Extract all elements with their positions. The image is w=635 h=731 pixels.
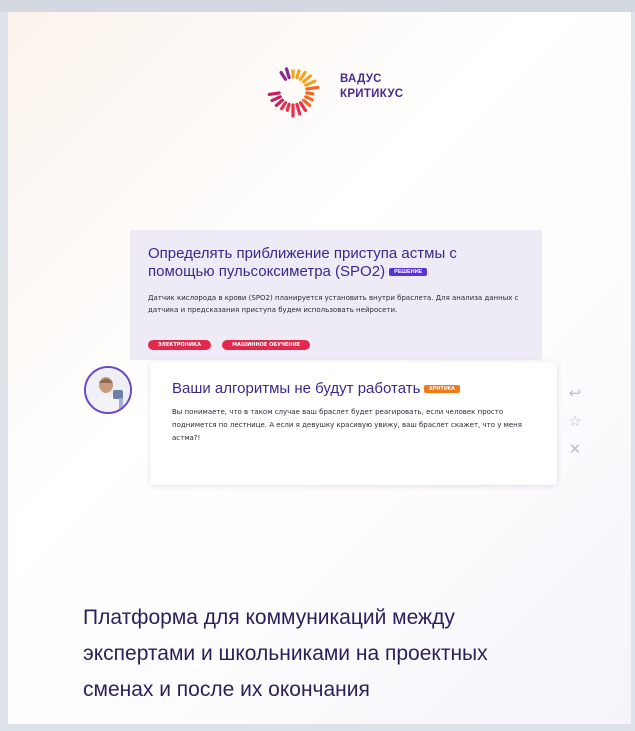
tag-electronics[interactable]: электроника — [148, 340, 211, 350]
critique-badge: критика — [424, 385, 461, 394]
tag-machine-learning[interactable]: машинное обучение — [222, 340, 311, 350]
logo-burst-ray — [280, 101, 288, 111]
avatar[interactable] — [84, 366, 132, 414]
avatar-person-icon — [86, 368, 130, 412]
logo-burst-ray — [301, 98, 312, 108]
logo-burst-icon — [267, 67, 320, 118]
logo-line-1: ВАДУС — [340, 73, 382, 85]
critique-text: Вы понимаете, что в таком случае ваш бра… — [172, 408, 522, 442]
logo-burst-ray — [295, 69, 301, 80]
critique-actions: ↩ ☆ ✕ — [566, 384, 588, 468]
tag-list: электроника машинное обучение — [148, 331, 316, 350]
critique-title-text: Ваши алгоритмы не будут работать — [172, 380, 421, 397]
logo-burst-ray — [298, 101, 308, 112]
solution-title: Определять приближение приступа астмы с … — [148, 245, 488, 281]
logo-burst-ray — [274, 98, 285, 108]
tagline-line-3: сменах и после их окончания — [83, 678, 370, 701]
logo-burst-ray — [298, 70, 307, 81]
solution-badge: решение — [389, 268, 428, 277]
logo-burst-ray — [279, 70, 288, 81]
logo-burst-ray — [284, 67, 291, 80]
critique-card[interactable]: Ваши алгоритмы не будут работать критика … — [150, 362, 557, 485]
star-icon[interactable]: ☆ — [566, 412, 584, 430]
close-icon[interactable]: ✕ — [566, 440, 584, 458]
critique-title: Ваши алгоритмы не будут работать критика — [172, 380, 542, 398]
logo-text: ВАДУС КРИТИКУС — [340, 72, 403, 102]
logo-burst-ray — [304, 79, 317, 87]
logo-burst-ray — [305, 91, 315, 96]
solution-description: Датчик кислорода в крови (SPO2) планируе… — [148, 294, 519, 314]
logo-burst-ray — [285, 102, 291, 112]
logo-burst-ray — [305, 85, 320, 91]
tagline-line-2: экспертами и школьниками на проектных — [83, 642, 488, 665]
logo-burst-ray — [270, 95, 282, 103]
tagline-line-1: Платформа для коммуникаций между — [83, 606, 455, 629]
platform-tagline: Платформа для коммуникаций между эксперт… — [83, 600, 553, 708]
logo-burst-ray — [301, 74, 312, 84]
logo-burst-ray — [267, 91, 281, 97]
logo-burst-ray — [295, 102, 302, 116]
reply-icon[interactable]: ↩ — [566, 384, 584, 402]
logo-line-2: КРИТИКУС — [340, 88, 404, 100]
top-border — [0, 0, 635, 12]
logo: ВАДУС КРИТИКУС — [262, 60, 432, 126]
solution-card[interactable]: Определять приближение приступа астмы с … — [130, 230, 542, 360]
logo-burst-ray — [304, 95, 314, 102]
